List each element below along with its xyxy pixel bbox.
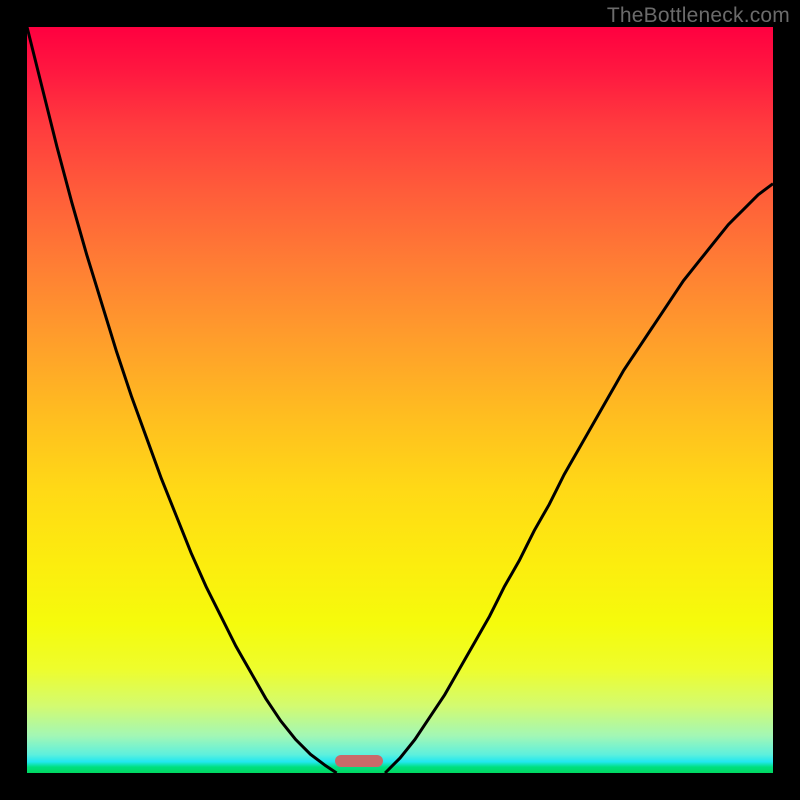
plot-area bbox=[27, 27, 773, 773]
left-curve bbox=[27, 27, 337, 773]
chart-frame: TheBottleneck.com bbox=[0, 0, 800, 800]
right-curve bbox=[385, 184, 773, 773]
watermark-text: TheBottleneck.com bbox=[607, 4, 790, 28]
curve-layer bbox=[27, 27, 773, 773]
